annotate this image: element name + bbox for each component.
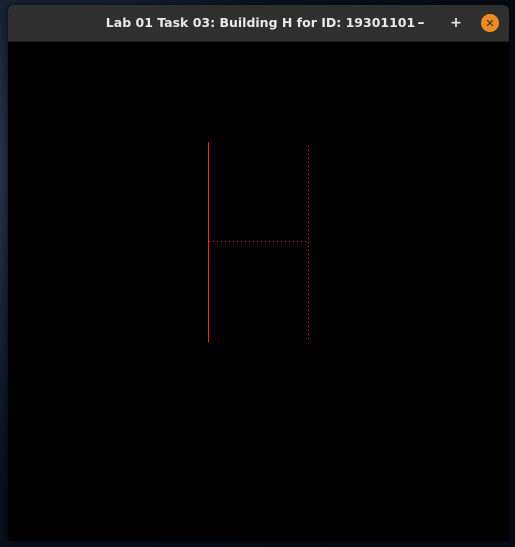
app-window: Lab 01 Task 03: Building H for ID: 19301…	[8, 5, 509, 541]
minimize-button[interactable]: –	[412, 14, 430, 32]
window-title: Lab 01 Task 03: Building H for ID: 19301…	[105, 15, 416, 30]
minimize-icon: –	[417, 15, 425, 31]
drawing-svg	[208, 142, 309, 342]
close-button[interactable]: ✕	[481, 14, 499, 32]
drawing-canvas	[8, 42, 509, 541]
title-bar[interactable]: Lab 01 Task 03: Building H for ID: 19301…	[8, 5, 509, 42]
close-icon: ✕	[485, 17, 495, 30]
maximize-button[interactable]: +	[447, 14, 465, 32]
maximize-icon: +	[450, 15, 462, 31]
